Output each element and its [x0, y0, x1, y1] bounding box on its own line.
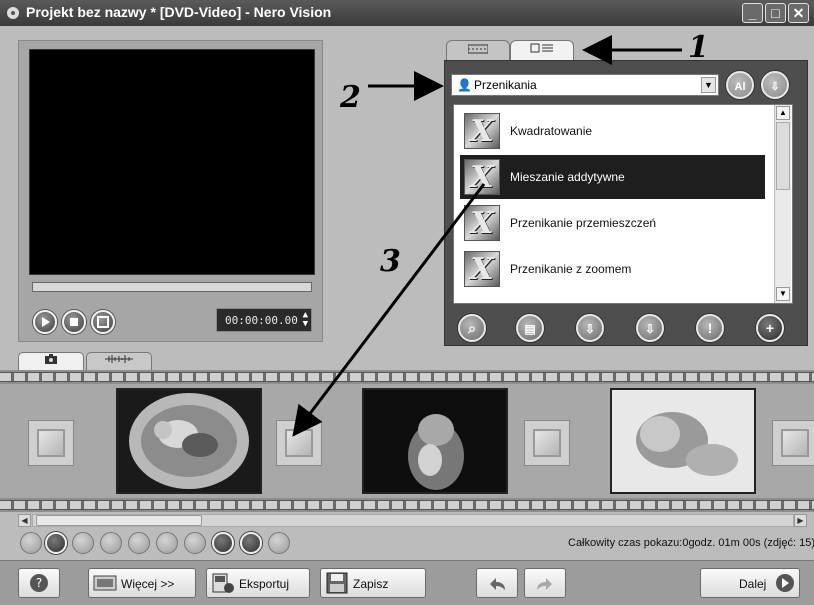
annotation-arrow-3: [292, 183, 486, 437]
annotation-label-3: 3: [380, 244, 401, 279]
annotation-label-2: 2: [340, 80, 361, 115]
annotation-overlay: [292, 35, 682, 437]
annotation-label-1: 1: [688, 30, 709, 65]
